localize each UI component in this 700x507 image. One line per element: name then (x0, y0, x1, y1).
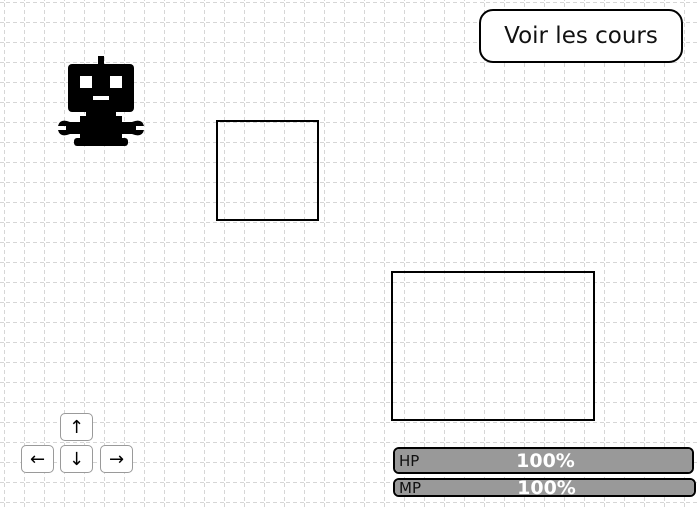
mp-bar: MP 100% (393, 478, 696, 497)
move-down-button[interactable]: ↓ (60, 445, 93, 473)
arrow-down-icon: ↓ (68, 448, 85, 470)
move-up-button[interactable]: ↑ (60, 413, 93, 441)
arrow-right-icon: → (108, 448, 125, 470)
mp-value: 100% (517, 478, 576, 497)
hp-value: 100% (516, 449, 575, 472)
view-courses-button[interactable]: Voir les cours (479, 9, 683, 63)
obstacle-box (216, 120, 319, 221)
hp-bar: HP 100% (393, 447, 694, 474)
arrow-up-icon: ↑ (68, 416, 85, 438)
move-left-button[interactable]: ← (21, 445, 54, 473)
arrow-left-icon: ← (29, 448, 46, 470)
robot-icon (58, 56, 144, 146)
obstacle-box-large (391, 271, 595, 421)
move-right-button[interactable]: → (100, 445, 133, 473)
